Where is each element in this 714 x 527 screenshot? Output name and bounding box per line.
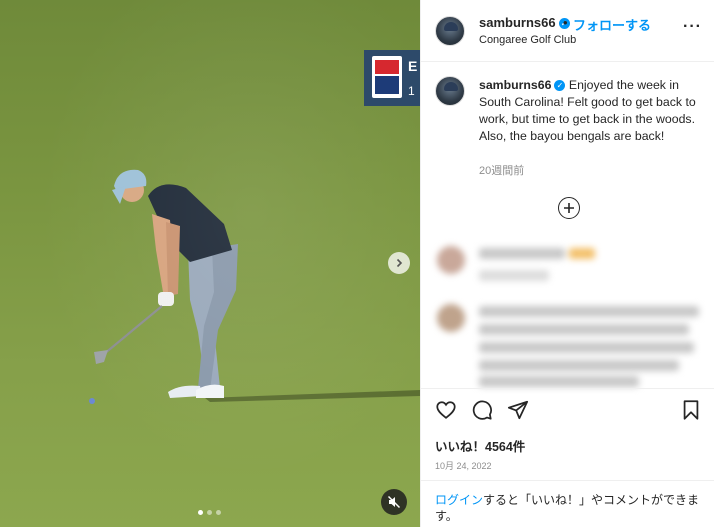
verified-badge-icon: ✓: [554, 80, 566, 91]
plus-circle-icon: [564, 203, 574, 213]
bookmark-icon[interactable]: [681, 399, 701, 421]
post-side-panel: samburns66 ✓ • フォローする Congaree Golf Club …: [420, 0, 714, 527]
speaker-muted-icon: [387, 495, 401, 509]
load-more-comments-button[interactable]: [558, 197, 580, 219]
comment-avatar: [437, 246, 465, 274]
caption-timestamp: 20週間前: [479, 165, 525, 177]
comment-icon[interactable]: [471, 399, 493, 421]
login-link[interactable]: ログイン: [435, 493, 483, 507]
comment-line: [479, 270, 549, 281]
carousel-dot: [216, 510, 221, 515]
action-bar: [421, 388, 714, 434]
badge-subtext: 1: [408, 84, 415, 98]
post-caption: samburns66 ✓ Enjoyed the week in South Ca…: [479, 77, 705, 145]
comment-avatar: [437, 304, 465, 332]
location-link[interactable]: Congaree Golf Club: [479, 34, 576, 46]
next-slide-button[interactable]: [388, 252, 410, 274]
heart-icon[interactable]: [435, 399, 457, 421]
comment-line: [569, 248, 595, 259]
more-options-button[interactable]: ···: [683, 18, 702, 36]
avatar[interactable]: [435, 16, 465, 46]
post-header: samburns66 ✓ • フォローする Congaree Golf Club …: [421, 0, 714, 62]
caption-username[interactable]: samburns66: [479, 78, 551, 92]
separator-dot: •: [563, 15, 568, 30]
username-text: samburns66: [479, 15, 556, 30]
comment-line: [479, 324, 689, 335]
login-prompt: ログインすると「いいね！」やコメントができます。: [421, 480, 714, 527]
login-prompt-text: ログインすると「いいね！」やコメントができます。: [435, 492, 705, 524]
chevron-right-icon: [396, 258, 403, 268]
carousel-indicator: [198, 510, 221, 515]
comment-line: [479, 342, 694, 353]
follow-button[interactable]: フォローする: [573, 15, 651, 34]
username-link[interactable]: samburns66 ✓: [479, 15, 570, 30]
post-date[interactable]: 10月 24, 2022: [435, 459, 492, 472]
post-media[interactable]: E 1: [0, 0, 420, 527]
mute-toggle-button[interactable]: [381, 489, 407, 515]
like-count[interactable]: いいね！4564件: [435, 436, 525, 455]
comment-line: [479, 248, 565, 259]
comment-line: [479, 376, 639, 387]
send-icon[interactable]: [507, 399, 529, 421]
tour-logo-badge: E 1: [364, 50, 420, 106]
comment-line: [479, 360, 679, 371]
badge-text: E: [408, 58, 418, 74]
instagram-post-view: E 1 samburns66 ✓ • フォローする Congaree Golf …: [0, 0, 714, 527]
caption-avatar[interactable]: [435, 76, 465, 106]
pga-tour-logo: [372, 56, 402, 98]
carousel-dot: [207, 510, 212, 515]
comment-line: [479, 306, 699, 317]
carousel-dot: [198, 510, 203, 515]
media-light-overlay: [0, 0, 420, 527]
